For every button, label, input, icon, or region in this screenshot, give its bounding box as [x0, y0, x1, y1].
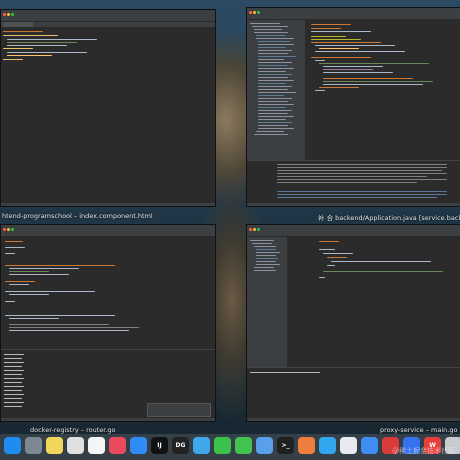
chrome-icon[interactable] [67, 437, 84, 454]
postman-icon[interactable] [298, 437, 315, 454]
terminal-panel[interactable] [247, 367, 460, 419]
pencil-icon[interactable] [256, 437, 273, 454]
run-console[interactable] [247, 160, 460, 204]
code-editor[interactable] [289, 237, 460, 367]
intellij-icon[interactable]: IJ [151, 437, 168, 454]
code-editor[interactable] [1, 237, 215, 349]
ide-window-top-left[interactable] [0, 9, 216, 207]
terminal-icon[interactable]: >_ [277, 437, 294, 454]
wechat-icon[interactable] [214, 437, 231, 454]
window-caption-bottom-left: docker-registry – router.go [30, 426, 116, 434]
window-caption-bottom-right: proxy-service – main.go [380, 426, 458, 434]
appstore-icon[interactable] [130, 437, 147, 454]
goland-icon[interactable] [193, 437, 210, 454]
xmind-icon[interactable] [340, 437, 357, 454]
code-editor[interactable] [1, 27, 215, 203]
status-bar [247, 418, 460, 421]
ide-window-bottom-right[interactable] [246, 224, 460, 422]
project-tree-panel[interactable] [247, 237, 287, 367]
datagrip-icon[interactable]: DG [172, 437, 189, 454]
watermark-text: @稀土掘金技术社区 [392, 447, 455, 455]
messages-icon[interactable] [235, 437, 252, 454]
launchpad-icon[interactable] [25, 437, 42, 454]
status-bar [1, 203, 215, 206]
music-icon[interactable] [109, 437, 126, 454]
project-tree-panel[interactable] [247, 20, 305, 160]
notes-icon[interactable] [46, 437, 63, 454]
ide-window-bottom-left[interactable] [0, 224, 216, 422]
finder-icon[interactable] [4, 437, 21, 454]
window-caption-top-right: 补 合 backend/Application.java [service.ba… [318, 214, 460, 222]
lark-icon[interactable] [319, 437, 336, 454]
calendar-icon[interactable] [88, 437, 105, 454]
status-bar [1, 418, 215, 421]
ide-window-top-right[interactable] [246, 7, 460, 207]
ide-notification-popup[interactable] [147, 403, 211, 417]
safari-icon[interactable] [361, 437, 378, 454]
code-editor[interactable] [307, 20, 460, 160]
status-bar [247, 203, 460, 206]
window-caption-top-left: htend-programschool – index.component.ht… [2, 212, 153, 220]
